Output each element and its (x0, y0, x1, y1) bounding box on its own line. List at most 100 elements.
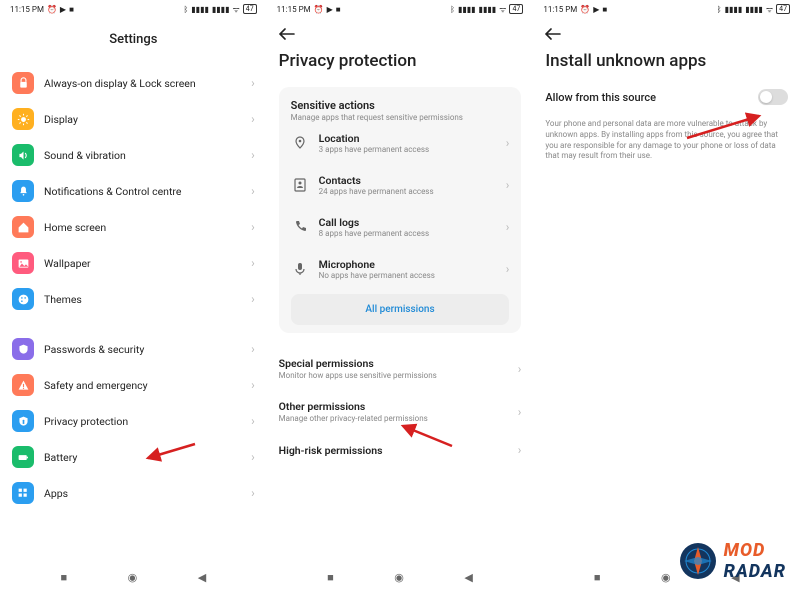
settings-item-themes[interactable]: Themes› (12, 281, 255, 317)
modradar-logo: MOD RADAR (678, 540, 786, 582)
perm-category-special-permissions[interactable]: Special permissionsMonitor how apps use … (279, 347, 522, 390)
status-bar: 11:15 PM ⏰ ▶ ■ ᛒ ▮▮▮▮ ▮▮▮▮ ᯤ 47 (0, 0, 267, 18)
wifi-icon: ᯤ (232, 4, 239, 15)
nav-recent[interactable]: ■ (594, 571, 601, 584)
list-label: Safety and emergency (44, 379, 241, 392)
square-icon: ■ (602, 5, 607, 14)
chevron-right-icon: › (251, 184, 255, 198)
toggle-label: Allow from this source (545, 91, 758, 104)
chevron-right-icon: › (518, 405, 522, 419)
sun-icon (12, 108, 34, 130)
chevron-right-icon: › (251, 378, 255, 392)
settings-item-privacy-protection[interactable]: Privacy protection › (12, 403, 255, 439)
chevron-right-icon: › (251, 148, 255, 162)
allow-source-toggle[interactable] (758, 89, 788, 105)
youtube-icon: ▶ (327, 5, 333, 14)
logo-text-radar: RADAR (724, 561, 786, 582)
image-icon (12, 252, 34, 274)
nav-home[interactable]: ◉ (661, 571, 671, 584)
alarm-icon: ⏰ (314, 5, 324, 14)
card-title: Sensitive actions (291, 99, 510, 112)
speaker-icon (12, 144, 34, 166)
list-label: Passwords & security (44, 343, 241, 356)
nav-back[interactable]: ◀ (464, 571, 472, 584)
contacts-icon (291, 177, 309, 193)
alarm-icon: ⏰ (47, 5, 57, 14)
list-label: Themes (44, 293, 241, 306)
list-label: Privacy protection (44, 415, 241, 428)
settings-item-passwords-security[interactable]: Passwords & security › (12, 331, 255, 367)
battery-icon: 47 (243, 4, 257, 14)
phone-icon (291, 219, 309, 235)
card-subtitle: Manage apps that request sensitive permi… (291, 113, 510, 122)
battery-icon (12, 446, 34, 468)
chevron-right-icon: › (251, 342, 255, 356)
item-subtitle: Monitor how apps use sensitive permissio… (279, 371, 518, 380)
status-time: 11:15 PM (10, 5, 44, 14)
permission-location[interactable]: Location3 apps have permanent access› (291, 122, 510, 164)
settings-item-notifications-control-centre[interactable]: Notifications & Control centre› (12, 173, 255, 209)
nav-home[interactable]: ◉ (128, 571, 138, 584)
lock-icon (12, 72, 34, 94)
screen-settings: 11:15 PM ⏰ ▶ ■ ᛒ ▮▮▮▮ ▮▮▮▮ ᯤ 47 Settings… (0, 0, 267, 592)
perm-category-other-permissions[interactable]: Other permissionsManage other privacy-re… (279, 390, 522, 433)
nav-recent[interactable]: ■ (60, 571, 67, 584)
sensitive-actions-card: Sensitive actions Manage apps that reque… (279, 87, 522, 333)
signal-icon: ▮▮▮▮ (458, 5, 476, 14)
status-time: 11:15 PM (277, 5, 311, 14)
mic-icon (291, 261, 309, 277)
item-title: Special permissions (279, 357, 518, 370)
allow-source-row: Allow from this source (545, 89, 788, 105)
chevron-right-icon: › (251, 256, 255, 270)
settings-item-battery[interactable]: Battery› (12, 439, 255, 475)
arrow-left-icon (279, 28, 295, 40)
chevron-right-icon: › (506, 178, 510, 192)
perm-category-high-risk-permissions[interactable]: High-risk permissions› (279, 433, 522, 467)
settings-item-safety-and-emergency[interactable]: Safety and emergency › (12, 367, 255, 403)
page-title: Settings (12, 32, 255, 47)
permission-contacts[interactable]: Contacts24 apps have permanent access› (291, 164, 510, 206)
settings-item-display[interactable]: Display› (12, 101, 255, 137)
chevron-right-icon: › (506, 136, 510, 150)
all-permissions-button[interactable]: All permissions (291, 294, 510, 325)
permission-microphone[interactable]: MicrophoneNo apps have permanent access› (291, 248, 510, 290)
arrow-left-icon (545, 28, 561, 40)
perm-subtitle: 8 apps have permanent access (319, 229, 496, 238)
page-title: Install unknown apps (545, 51, 788, 71)
item-subtitle: Manage other privacy-related permissions (279, 414, 518, 423)
palette-icon (12, 288, 34, 310)
nav-bar: ■ ◉ ◀ (0, 562, 267, 592)
battery-icon: 47 (509, 4, 523, 14)
back-button[interactable] (545, 18, 788, 47)
list-label: Apps (44, 487, 241, 500)
privacy-icon (12, 410, 34, 432)
chevron-right-icon: › (251, 450, 255, 464)
item-title: High-risk permissions (279, 444, 518, 457)
apps-icon (12, 482, 34, 504)
perm-title: Call logs (319, 216, 496, 229)
chevron-right-icon: › (506, 220, 510, 234)
nav-back[interactable]: ◀ (198, 571, 206, 584)
settings-item-sound-vibration[interactable]: Sound & vibration› (12, 137, 255, 173)
nav-recent[interactable]: ■ (327, 571, 334, 584)
perm-title: Location (319, 132, 496, 145)
warning-text: Your phone and personal data are more vu… (545, 119, 788, 162)
back-button[interactable] (279, 18, 522, 47)
logo-text-mod: MOD (724, 540, 786, 561)
settings-item-apps[interactable]: Apps› (12, 475, 255, 511)
settings-item-wallpaper[interactable]: Wallpaper› (12, 245, 255, 281)
page-title: Privacy protection (279, 51, 522, 71)
chevron-right-icon: › (251, 76, 255, 90)
signal2-icon: ▮▮▮▮ (745, 5, 763, 14)
nav-bar: ■ ◉ ◀ (267, 562, 534, 592)
list-label: Always-on display & Lock screen (44, 77, 241, 90)
nav-home[interactable]: ◉ (394, 571, 404, 584)
chevron-right-icon: › (251, 414, 255, 428)
permission-call-logs[interactable]: Call logs8 apps have permanent access › (291, 206, 510, 248)
settings-item-always-on-display-lock-screen[interactable]: Always-on display & Lock screen › (12, 65, 255, 101)
settings-item-home-screen[interactable]: Home screen › (12, 209, 255, 245)
chevron-right-icon: › (251, 220, 255, 234)
bluetooth-icon: ᛒ (183, 5, 188, 14)
list-label: Home screen (44, 221, 241, 234)
chevron-right-icon: › (518, 443, 522, 457)
